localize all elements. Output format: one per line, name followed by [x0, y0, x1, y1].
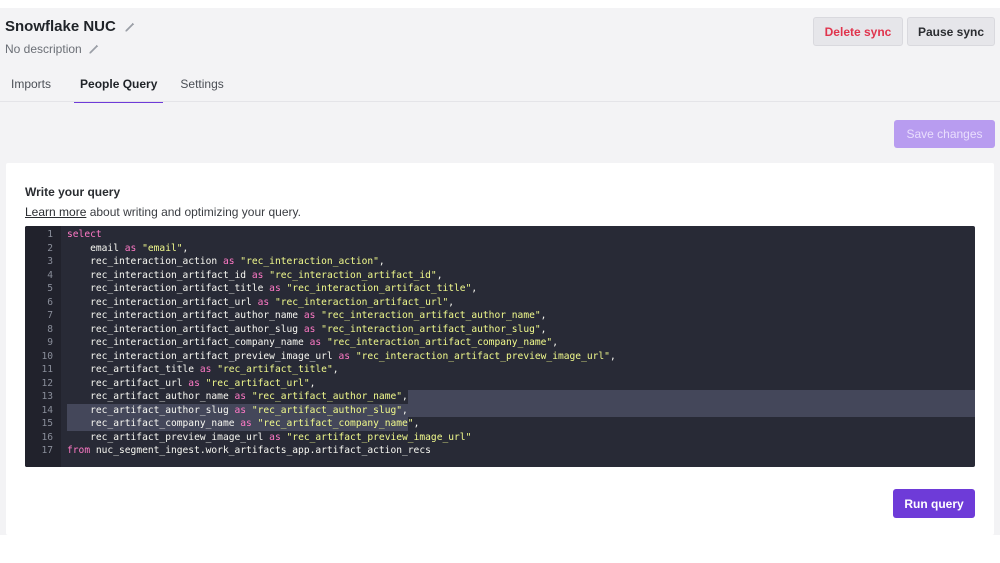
- code-text: rec_artifact_url as "rec_artifact_url",: [67, 377, 316, 389]
- query-section-title: Write your query: [25, 185, 121, 199]
- tab-imports[interactable]: Imports: [11, 72, 51, 102]
- page-header: Snowflake NUC No description: [5, 18, 136, 56]
- code-text: rec_artifact_author_slug as "rec_artifac…: [67, 404, 408, 416]
- code-text: rec_interaction_artifact_title as "rec_i…: [67, 283, 478, 294]
- tabs-divider: [0, 101, 1000, 102]
- query-card: Write your query Learn more about writin…: [6, 163, 994, 535]
- code-text: rec_interaction_artifact_author_slug as …: [67, 323, 547, 335]
- code-text: rec_interaction_artifact_company_name as…: [67, 337, 558, 348]
- line-number: 14: [41, 404, 53, 416]
- line-number: 5: [47, 283, 53, 294]
- code-text: rec_interaction_artifact_id as "rec_inte…: [67, 269, 443, 281]
- sql-code-editor[interactable]: 1 select 2 email as "email", 3 rec_interact…: [25, 226, 975, 467]
- code-line: 7 rec_interaction_artifact_author_name a…: [25, 309, 975, 323]
- line-number: 11: [41, 364, 53, 375]
- line-number: 6: [47, 296, 53, 308]
- code-text: rec_interaction_action as "rec_interacti…: [67, 256, 385, 267]
- run-query-button[interactable]: Run query: [893, 489, 975, 518]
- save-changes-button[interactable]: Save changes: [894, 120, 995, 148]
- pencil-icon[interactable]: [88, 43, 100, 55]
- line-number: 8: [47, 323, 53, 335]
- tab-bar: Imports People Query Settings: [0, 72, 224, 103]
- tab-people-query[interactable]: People Query: [73, 72, 164, 103]
- line-number: 12: [41, 377, 53, 389]
- line-number: 9: [47, 337, 53, 348]
- code-line: 8 rec_interaction_artifact_author_slug a…: [25, 323, 975, 337]
- code-text: from nuc_segment_ingest.work_artifacts_a…: [67, 445, 431, 456]
- code-line: 16 rec_artifact_preview_image_url as "re…: [25, 431, 975, 445]
- pause-sync-button[interactable]: Pause sync: [907, 17, 995, 46]
- delete-sync-button[interactable]: Delete sync: [813, 17, 903, 46]
- code-line: 11 rec_artifact_title as "rec_artifact_t…: [25, 363, 975, 377]
- code-line: 9 rec_interaction_artifact_company_name …: [25, 336, 975, 350]
- sync-page: Snowflake NUC No description Delete sync…: [0, 8, 1000, 535]
- code-text: rec_artifact_title as "rec_artifact_titl…: [67, 364, 339, 375]
- code-text: rec_interaction_artifact_url as "rec_int…: [67, 296, 455, 308]
- page-title: Snowflake NUC: [5, 18, 116, 35]
- code-line: 13 rec_artifact_author_name as "rec_arti…: [25, 390, 975, 404]
- code-line: 17 from nuc_segment_ingest.work_artifacts…: [25, 444, 975, 458]
- query-help-text: Learn more about writing and optimizing …: [25, 205, 301, 219]
- code-line: 15 rec_artifact_company_name as "rec_art…: [25, 417, 975, 431]
- line-number: 3: [47, 256, 53, 267]
- page-description: No description: [5, 42, 82, 56]
- code-line: 12 rec_artifact_url as "rec_artifact_url…: [25, 377, 975, 391]
- line-number: 17: [41, 445, 53, 456]
- code-line: 1 select: [25, 228, 975, 242]
- line-number: 4: [47, 269, 53, 281]
- line-number: 7: [47, 310, 53, 321]
- code-text: rec_artifact_company_name as "rec_artifa…: [67, 418, 420, 429]
- code-line: 2 email as "email",: [25, 242, 975, 256]
- line-number: 16: [41, 431, 53, 443]
- learn-more-link[interactable]: Learn more: [25, 205, 86, 219]
- pencil-icon[interactable]: [124, 21, 136, 33]
- tab-settings[interactable]: Settings: [180, 72, 223, 102]
- code-text: email as "email",: [67, 242, 189, 254]
- help-description: about writing and optimizing your query.: [86, 205, 301, 219]
- code-line: 10 rec_interaction_artifact_preview_imag…: [25, 350, 975, 364]
- code-text: rec_artifact_author_name as "rec_artifac…: [67, 391, 408, 402]
- line-number: 2: [47, 242, 53, 254]
- code-line: 3 rec_interaction_action as "rec_interac…: [25, 255, 975, 269]
- line-number: 1: [47, 229, 53, 240]
- code-text: rec_interaction_artifact_preview_image_u…: [67, 350, 616, 362]
- code-line: 14 rec_artifact_author_slug as "rec_arti…: [25, 403, 975, 417]
- code-line: 5 rec_interaction_artifact_title as "rec…: [25, 282, 975, 296]
- selection-highlight: [408, 390, 975, 404]
- line-number: 15: [41, 418, 53, 429]
- code-text: rec_interaction_artifact_author_name as …: [67, 310, 547, 321]
- line-number: 13: [41, 391, 53, 402]
- code-text: select: [67, 229, 102, 240]
- code-text: rec_artifact_preview_image_url as "rec_a…: [67, 431, 472, 443]
- code-line: 4 rec_interaction_artifact_id as "rec_in…: [25, 269, 975, 283]
- code-line: 6 rec_interaction_artifact_url as "rec_i…: [25, 296, 975, 310]
- line-number: 10: [41, 350, 53, 362]
